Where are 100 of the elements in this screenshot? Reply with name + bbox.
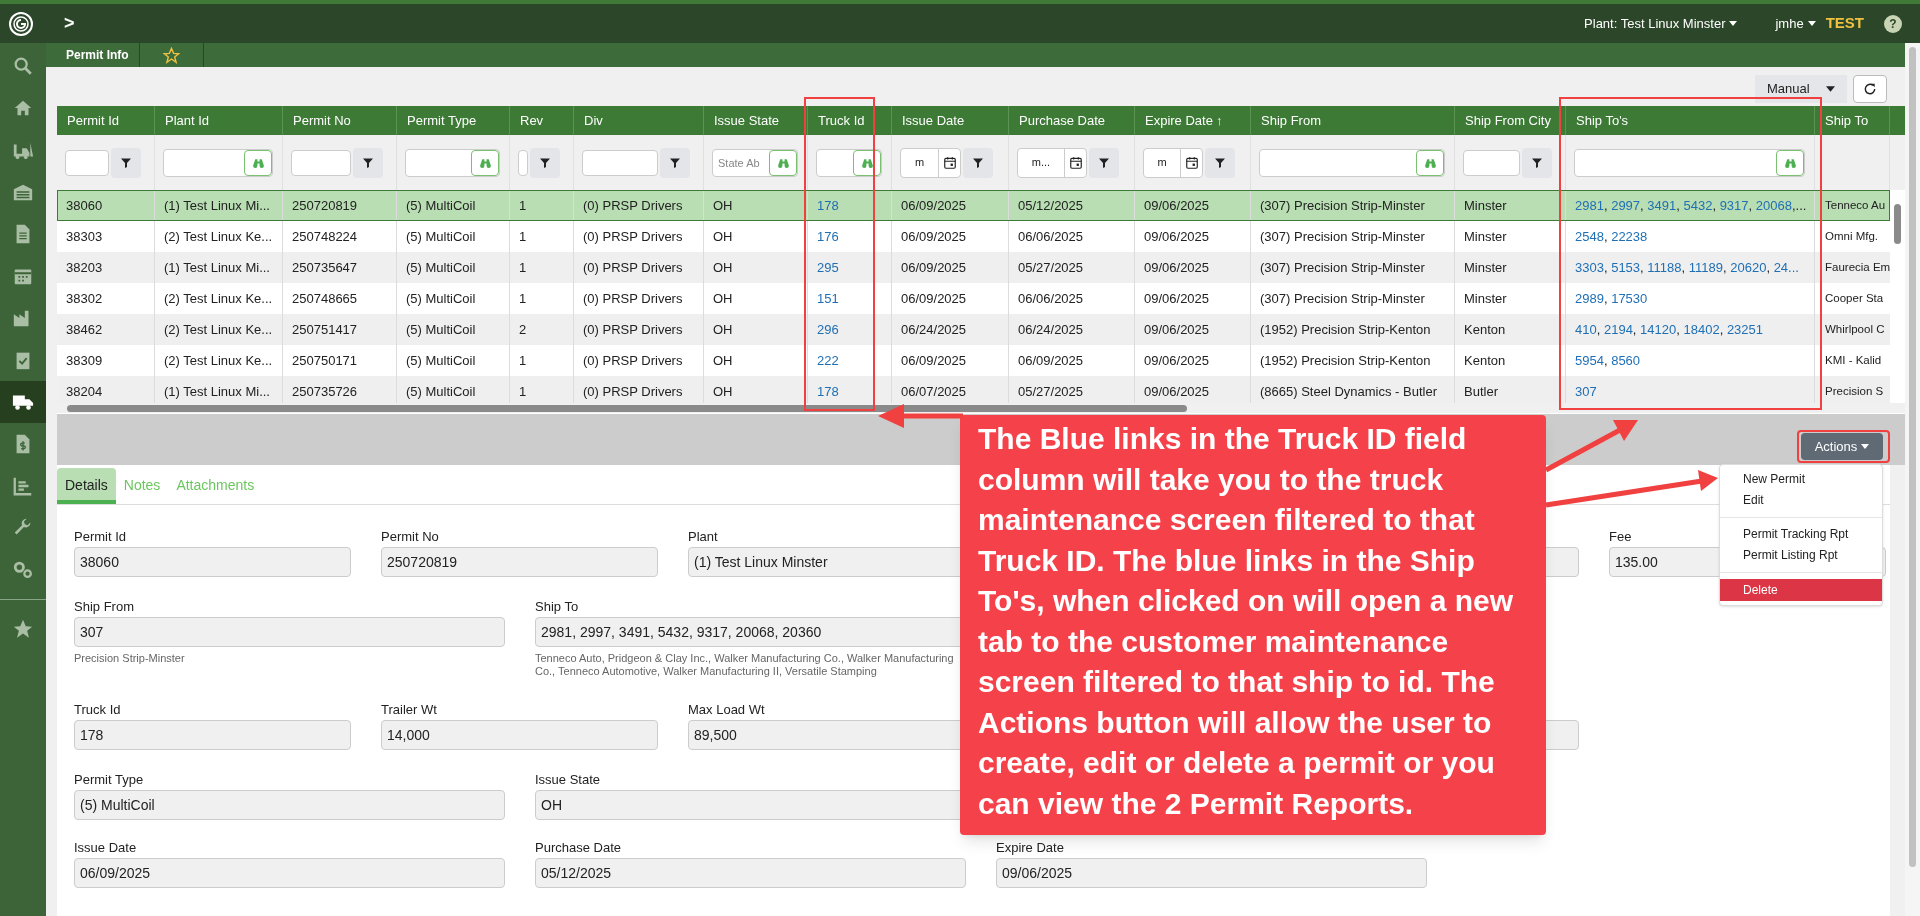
truck-link[interactable]: 151	[817, 288, 839, 309]
input-field[interactable]: 307	[74, 617, 505, 647]
ship-to-link[interactable]: 8560	[1611, 350, 1641, 371]
menu-item[interactable]: Delete	[1720, 579, 1882, 601]
ship-to-link[interactable]: 9317	[1719, 195, 1749, 216]
plant-dropdown[interactable]: Plant: Test Linux Minster	[1584, 13, 1738, 34]
column-header[interactable]: Div	[584, 110, 603, 131]
table-row[interactable]: 38060 (1) Test Linux Mi... 250720819 (5) MultiCoil 1 (0) PRSP Drivers OH 178 06/09/2025 05/12/2025 09/06/2025 (307) Precision Strip-Minster Minster 2981, 2997, 3491, 5432, 9317, 20068,... Tenneco Au	[57, 190, 1890, 221]
field-label: Max Load Wt	[688, 701, 765, 719]
truck-link[interactable]: 178	[817, 381, 839, 402]
menu-item[interactable]: New Permit	[1720, 469, 1882, 490]
ship-to-link[interactable]: 24...	[1773, 257, 1799, 278]
ship-to-link[interactable]: 22238	[1611, 226, 1648, 247]
ship-to-link[interactable]: 11189	[1688, 257, 1723, 278]
search-field[interactable]	[1574, 148, 1805, 177]
column-header[interactable]: Rev	[520, 110, 544, 131]
search-field[interactable]: State Ab	[712, 148, 798, 177]
truck-link[interactable]: 178	[817, 195, 839, 216]
search-field[interactable]	[163, 148, 273, 177]
input-field[interactable]: 06/09/2025	[74, 858, 505, 888]
ship-to-link[interactable]: 307	[1575, 381, 1597, 402]
ship-to-link[interactable]: 18402	[1683, 319, 1720, 340]
mode-dropdown[interactable]: Manual	[1755, 75, 1847, 103]
input-field[interactable]: (5) MultiCoil	[74, 790, 505, 820]
ship-to-link[interactable]: 11188	[1647, 257, 1682, 278]
filter-button[interactable]	[111, 147, 141, 178]
star-icon[interactable]	[163, 46, 180, 64]
filter-button[interactable]	[1205, 147, 1235, 178]
filter-field[interactable]	[291, 149, 351, 176]
date-field[interactable]: m...	[1017, 147, 1087, 178]
logo-icon[interactable]	[8, 10, 34, 37]
ship-to-link[interactable]: 2997	[1611, 195, 1641, 216]
ship-to-link[interactable]: 2548	[1575, 226, 1604, 247]
truck-link[interactable]: 176	[817, 226, 839, 247]
column-header[interactable]: Permit Id	[67, 110, 119, 131]
column-header[interactable]: Issue State	[714, 110, 780, 131]
date-field[interactable]: m	[900, 147, 961, 178]
filter-button[interactable]	[530, 147, 560, 178]
input-field[interactable]: 09/06/2025	[996, 858, 1427, 888]
table-row[interactable]: 38462 (2) Test Linux Ke... 250751417 (5) MultiCoil 2 (0) PRSP Drivers OH 296 06/24/2025 06/24/2025 09/06/2025 (1952) Precision Strip-Kenton Kenton 410, 2194, 14120, 18402, 23251 Whirlpool C	[57, 314, 1890, 345]
page-tab[interactable]: Permit Info	[46, 43, 140, 67]
column-header[interactable]: Permit No	[293, 110, 351, 131]
column-header[interactable]: Ship To	[1825, 110, 1869, 131]
ship-to-link[interactable]: 20068	[1755, 195, 1792, 216]
input-field[interactable]: 250720819	[381, 547, 658, 577]
table-row[interactable]: 38203 (1) Test Linux Mi... 250735647 (5) MultiCoil 1 (0) PRSP Drivers OH 295 06/09/2025 05/27/2025 09/06/2025 (307) Precision Strip-Minster Minster 3303, 5153, 11188, 11189, 20620, 24... Faurecia Em	[57, 252, 1890, 283]
scrollbar[interactable]	[57, 403, 1905, 413]
filter-button[interactable]	[963, 147, 993, 178]
input-field[interactable]	[1545, 547, 1579, 577]
search-field[interactable]	[816, 148, 882, 177]
truck-link[interactable]: 222	[817, 350, 839, 371]
input-field[interactable]	[1545, 720, 1579, 750]
menu-item[interactable]: Permit Tracking Rpt	[1720, 524, 1882, 545]
search-field[interactable]	[405, 148, 500, 177]
filter-button[interactable]	[1089, 147, 1119, 178]
ship-to-link[interactable]: 410	[1575, 319, 1597, 340]
ship-to-link[interactable]: 2989	[1575, 288, 1604, 309]
column-header[interactable]: Issue Date	[902, 110, 965, 131]
filter-field[interactable]	[582, 149, 658, 176]
table-cell-text: Tenneco Au	[1825, 197, 1886, 213]
search-field[interactable]	[1259, 148, 1445, 177]
tab[interactable]: Details	[57, 468, 116, 504]
ship-to-link[interactable]: 3303	[1575, 257, 1604, 278]
column-header[interactable]: Expire Date	[1145, 110, 1213, 131]
column-header[interactable]: Truck Id	[818, 110, 865, 131]
actions-button[interactable]: Actions	[1801, 433, 1883, 460]
help-button[interactable]: ?	[1884, 14, 1902, 33]
filter-field[interactable]	[65, 149, 109, 176]
input-field[interactable]: 38060	[74, 547, 351, 577]
filter-field[interactable]	[1463, 149, 1520, 176]
menu-item[interactable]: Edit	[1720, 490, 1882, 511]
ship-to-link[interactable]: 2981	[1575, 195, 1604, 216]
column-header[interactable]: Ship From	[1261, 110, 1321, 131]
truck-link[interactable]: 296	[817, 319, 839, 340]
column-header[interactable]: Ship From City	[1465, 110, 1551, 131]
column-header[interactable]: Ship To's	[1576, 110, 1629, 131]
filter-field[interactable]	[518, 149, 528, 176]
scrollbar[interactable]	[1905, 43, 1920, 916]
truck-icon[interactable]	[0, 381, 46, 423]
filter-button[interactable]	[353, 147, 383, 178]
ship-to-link[interactable]: 2194	[1603, 319, 1633, 340]
ship-to-link[interactable]: 23251	[1726, 319, 1764, 340]
filter-button[interactable]	[660, 147, 690, 178]
ship-to-link[interactable]: 17530	[1611, 288, 1648, 309]
input-field[interactable]: 178	[74, 720, 351, 750]
column-header[interactable]: Purchase Date	[1019, 110, 1105, 131]
expand-button[interactable]: >	[64, 10, 75, 37]
date-field[interactable]: m	[1143, 147, 1203, 178]
refresh-button[interactable]	[1853, 75, 1887, 103]
menu-item[interactable]: Permit Listing Rpt	[1720, 545, 1882, 566]
filter-button[interactable]	[1522, 147, 1552, 178]
column-header[interactable]: Permit Type	[407, 110, 477, 131]
table-cell-text: 250735647	[292, 258, 358, 277]
truck-link[interactable]: 295	[817, 257, 839, 278]
input-field[interactable]: 14,000	[381, 720, 658, 750]
sort-indicator: ↑	[1215, 111, 1223, 130]
column-header[interactable]: Plant Id	[165, 110, 210, 131]
user-menu[interactable]: jmhe	[1775, 13, 1816, 34]
ship-to-link[interactable]: 5954	[1575, 350, 1604, 371]
input-field[interactable]: 05/12/2025	[535, 858, 966, 888]
